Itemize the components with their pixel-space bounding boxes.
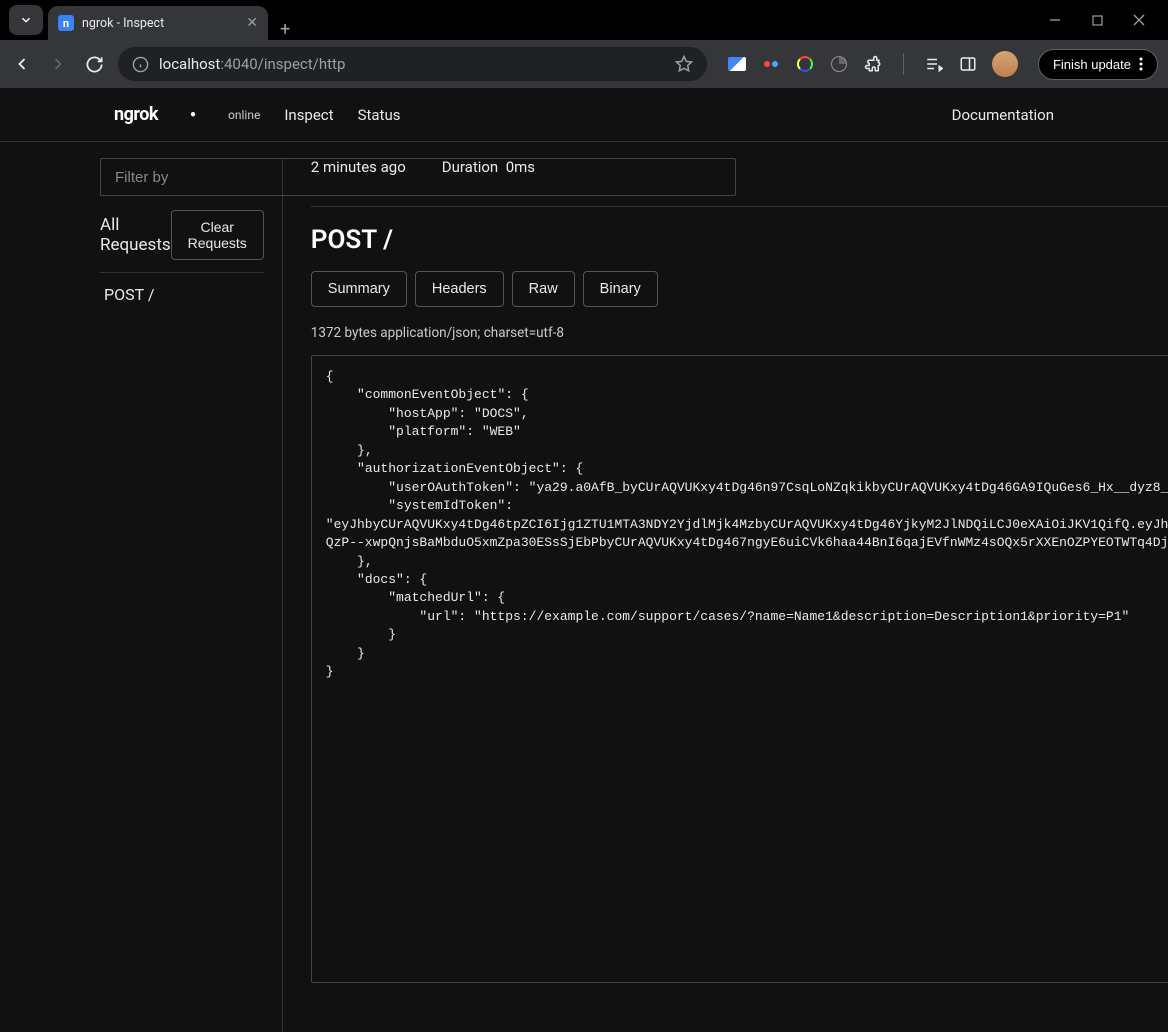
url-text: localhost:4040/inspect/http — [159, 55, 665, 73]
extension-icon[interactable] — [829, 54, 849, 74]
forward-icon — [46, 52, 70, 76]
tab-headers[interactable]: Headers — [415, 271, 504, 307]
documentation-link[interactable]: Documentation — [952, 106, 1054, 124]
tab-raw[interactable]: Raw — [512, 271, 575, 307]
payload-body: { "commonEventObject": { "hostApp": "DOC… — [311, 355, 1168, 983]
filter-input[interactable] — [100, 158, 736, 196]
extension-icon[interactable] — [795, 54, 815, 74]
tab-search-button[interactable] — [9, 5, 43, 35]
avatar[interactable] — [992, 51, 1018, 77]
nav-inspect[interactable]: Inspect — [284, 106, 333, 124]
tab-title: ngrok - Inspect — [82, 16, 238, 31]
media-icon[interactable] — [924, 54, 944, 74]
request-path: / — [148, 285, 155, 304]
clear-requests-button[interactable]: Clear Requests — [171, 210, 264, 260]
detail-title: POST / — [311, 225, 1168, 255]
nav-status[interactable]: Status — [358, 106, 401, 124]
request-method: POST — [104, 285, 144, 304]
extension-icon[interactable] — [727, 54, 747, 74]
new-tab-button[interactable]: + — [268, 19, 302, 40]
side-panel-icon[interactable] — [958, 54, 978, 74]
status-indicator-icon: ● — [182, 109, 204, 120]
all-requests-title: All Requests — [100, 215, 171, 255]
window-close-icon[interactable] — [1130, 11, 1148, 29]
online-label: online — [228, 108, 260, 122]
site-info-icon[interactable] — [132, 56, 149, 73]
favicon-icon: n — [58, 15, 74, 31]
finish-update-label: Finish update — [1053, 57, 1131, 72]
tab-summary[interactable]: Summary — [311, 271, 407, 307]
browser-tab[interactable]: n ngrok - Inspect ✕ — [48, 6, 268, 40]
minimize-icon[interactable] — [1046, 11, 1064, 29]
back-icon[interactable] — [10, 52, 34, 76]
brand-logo: ngrok — [114, 104, 158, 125]
reload-icon[interactable] — [82, 52, 106, 76]
request-list-item[interactable]: POST / — [100, 273, 264, 316]
extensions-menu-icon[interactable] — [863, 54, 883, 74]
tab-binary[interactable]: Binary — [583, 271, 658, 307]
maximize-icon[interactable] — [1088, 11, 1106, 29]
close-icon[interactable]: ✕ — [246, 15, 258, 31]
content-meta: 1372 bytes application/json; charset=utf… — [311, 325, 1168, 341]
address-bar[interactable]: localhost:4040/inspect/http — [118, 47, 707, 81]
finish-update-button[interactable]: Finish update — [1038, 49, 1158, 80]
extension-icon[interactable] — [761, 54, 781, 74]
star-icon[interactable] — [675, 55, 693, 73]
